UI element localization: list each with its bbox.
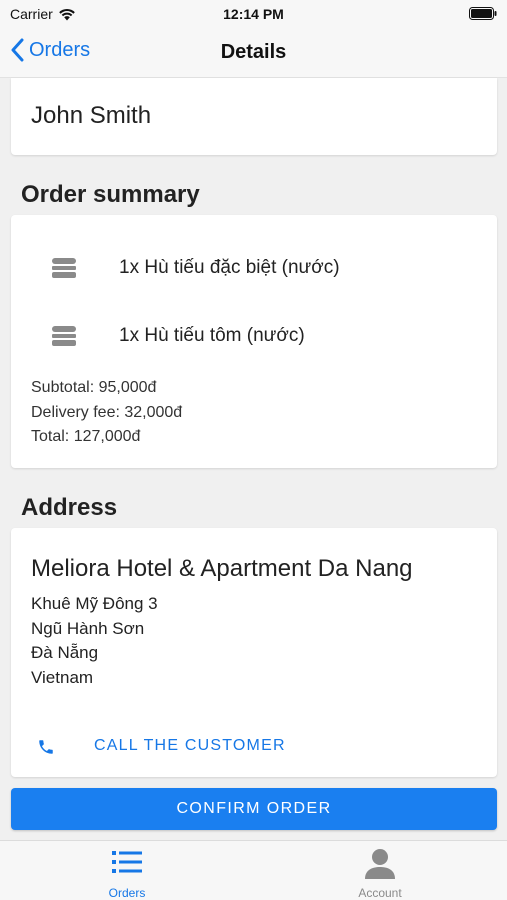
customer-name: John Smith [31,102,152,129]
order-item: 1x Hù tiếu tôm (nước) [11,316,497,356]
delivery-fee: Delivery fee: 32,000đ [31,403,183,421]
order-item-label: 1x Hù tiếu tôm (nước) [119,325,305,346]
list-icon [112,851,142,873]
subtotal: Subtotal: 95,000đ [31,379,157,396]
address-line: Đà Nẵng [31,643,99,662]
order-totals: Subtotal: 95,000đ Delivery fee: 32,000đ … [31,376,182,450]
tab-account[interactable]: Account [253,841,507,900]
call-customer-button[interactable]: CALL THE CUSTOMER [11,728,497,766]
address-card: Meliora Hotel & Apartment Da Nang Khuê M… [11,528,497,777]
order-item-label: 1x Hù tiếu đặc biệt (nước) [119,257,340,278]
tab-orders-label: Orders [108,886,146,900]
clock: 12:14 PM [223,6,284,22]
address-name: Meliora Hotel & Apartment Da Nang [31,555,413,582]
address-lines: Khuê Mỹ Đông 3 Ngũ Hành Sơn Đà Nẵng Viet… [31,592,158,690]
order-summary-title: Order summary [21,181,200,208]
page-title: Details [220,41,287,63]
address-title: Address [21,494,118,521]
confirm-order-button[interactable]: CONFIRM ORDER [11,788,497,830]
address-line: Khuê Mỹ Đông 3 [31,594,158,613]
customer-card: John Smith [11,78,497,155]
address-line: Ngũ Hành Sơn [31,618,145,638]
order-item: 1x Hù tiếu đặc biệt (nước) [11,248,497,288]
battery-icon [469,7,497,20]
tab-account-label: Account [358,886,402,900]
status-bar: Carrier 12:14 PM [0,0,507,28]
address-line: Vietnam [31,667,94,687]
food-icon [52,326,76,346]
phone-icon [39,740,53,754]
total: Total: 127,000đ [31,428,141,445]
order-summary-card: 1x Hù tiếu đặc biệt (nước) 1x Hù tiếu tô… [11,215,497,468]
call-customer-label: CALL THE CUSTOMER [94,737,286,754]
tab-orders[interactable]: Orders [0,841,254,900]
tab-bar: Orders Account [0,840,507,900]
navigation-bar: Orders Details [0,28,507,78]
food-icon [52,258,76,278]
person-icon [365,849,395,879]
